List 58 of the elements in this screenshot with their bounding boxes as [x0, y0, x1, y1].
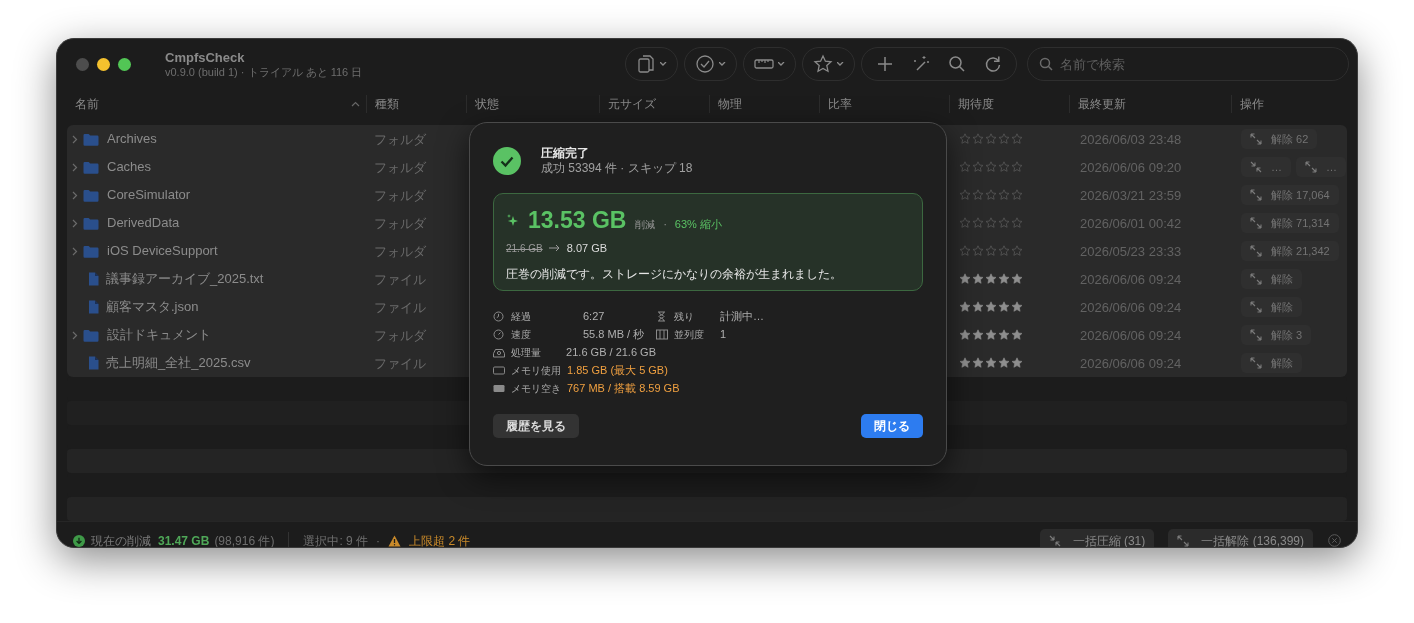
file-name: 売上明細_全社_2025.csv [106, 354, 251, 373]
stat-value: 55.8 MB / 秒 [583, 326, 645, 342]
file-name: Caches [107, 158, 152, 177]
type-label: ファイル [374, 272, 426, 287]
type-label: フォルダ [374, 160, 426, 175]
compressed-size: 8.07 GB [566, 241, 608, 256]
separator-dot: · [376, 532, 381, 547]
type-label: フォルダ [374, 328, 426, 343]
dialog-title: 圧縮完了 [541, 145, 590, 161]
saved-label: 削減 [635, 218, 656, 232]
file-name: iOS DeviceSupport [107, 242, 218, 261]
type-label: フォルダ [374, 188, 426, 203]
savings-value: 31.47 GB [158, 532, 210, 547]
stat-value: 1.85 GB (最大 5 GB) [567, 362, 668, 378]
modified-date: 2026/06/06 09:24 [1080, 272, 1182, 287]
over-limit-count: 上限超 2 件 [409, 532, 471, 547]
file-name: DerivedData [107, 214, 180, 233]
summary-message: 圧巻の削減です。ストレージにかなりの余裕が生まれました。 [506, 265, 843, 283]
modified-date: 2026/05/23 23:33 [1080, 244, 1182, 259]
original-size: 21.6 GB [506, 241, 543, 256]
stat-label: 経過 [511, 309, 532, 324]
stat-value: 21.6 GB / 21.6 GB [566, 344, 656, 360]
file-name: CoreSimulator [107, 186, 191, 205]
stat-value: 767 MB / 搭載 8.59 GB [567, 380, 680, 396]
saved-amount: 13.53 GB [528, 206, 627, 234]
file-name: Archives [107, 130, 157, 149]
modified-date: 2026/06/06 09:24 [1080, 300, 1182, 315]
reduction-ratio: 63% 縮小 [674, 217, 722, 232]
type-label: ファイル [374, 300, 426, 315]
modified-date: 2026/03/21 23:59 [1080, 188, 1182, 203]
stat-value: 1 [720, 326, 727, 342]
stat-label: メモリ使用 [511, 363, 561, 378]
app-version: v0.9.0 (build 1) · トライアル あと 116 日 [165, 65, 364, 79]
modified-date: 2026/06/03 23:48 [1080, 132, 1182, 147]
type-label: フォルダ [374, 132, 426, 147]
stat-value: 計測中… [720, 308, 764, 324]
modified-date: 2026/06/06 09:20 [1080, 160, 1182, 175]
file-name: 設計ドキュメント [107, 326, 211, 345]
stat-label: 並列度 [674, 327, 705, 342]
file-name: 顧客マスタ.json [106, 298, 199, 317]
selection-count: 選択中: 9 件 [303, 532, 369, 547]
savings-count: (98,916 件) [214, 532, 275, 547]
type-label: ファイル [374, 356, 426, 371]
stat-label: 速度 [511, 327, 532, 342]
stat-label: 処理量 [511, 345, 542, 360]
separator-dot: · [663, 218, 667, 232]
modified-date: 2026/06/06 09:24 [1080, 328, 1182, 343]
modified-date: 2026/06/01 00:42 [1080, 216, 1182, 231]
type-label: フォルダ [374, 216, 426, 231]
modified-date: 2026/06/06 09:24 [1080, 356, 1182, 371]
app-title: CmpfsCheck [165, 49, 246, 65]
file-name: 議事録アーカイブ_2025.txt [106, 270, 264, 289]
savings-label: 現在の削減 [91, 532, 151, 547]
stat-label: 残り [674, 309, 695, 324]
stat-value: 6:27 [583, 308, 605, 324]
dialog-subtitle: 成功 53394 件 · スキップ 18 [541, 161, 693, 176]
stat-label: メモリ空き [511, 381, 561, 396]
type-label: フォルダ [374, 244, 426, 259]
